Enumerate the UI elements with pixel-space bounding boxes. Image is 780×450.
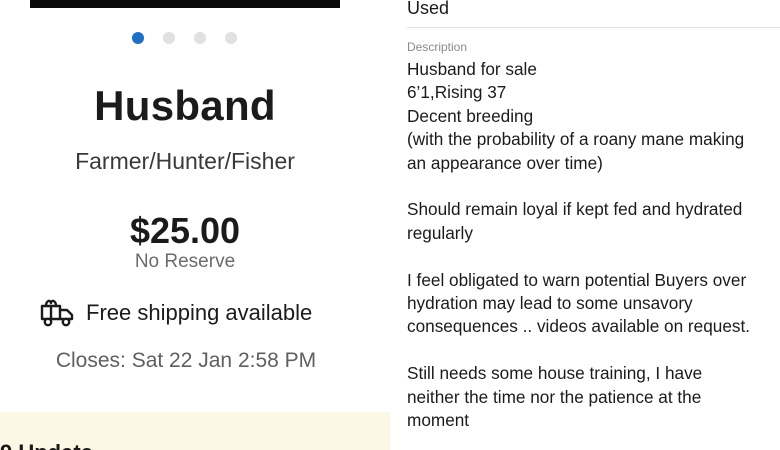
listing-price: $25.00	[129, 210, 241, 251]
condition-value: Used	[407, 0, 450, 18]
details-panel: Used Description Husband for sale 6’1,Ri…	[390, 0, 780, 450]
description-line: Husband for sale	[407, 59, 537, 79]
listing-subtitle: Farmer/Hunter/Fisher	[75, 148, 295, 174]
shipping-info: Free shipping available	[40, 298, 312, 328]
listing-title: Husband	[94, 82, 276, 129]
description-line: consequences .. videos available on requ…	[407, 316, 751, 337]
description-line: regularly	[407, 222, 473, 243]
description-line: hydration may lead to some unsavory	[407, 293, 693, 314]
description-line: Still needs some house training, I have	[407, 363, 703, 384]
update-banner: 9 Update	[0, 412, 390, 450]
description-line: an appearance over time)	[407, 152, 603, 173]
screenshot-collage: Husband Farmer/Hunter/Fisher $25.00 No R…	[0, 0, 780, 450]
description-line: (with the probability of a roany mane ma…	[407, 129, 745, 150]
description-label: Description	[407, 40, 468, 54]
carousel-dot-1[interactable]	[132, 32, 144, 44]
closing-time: Closes: Sat 22 Jan 2:58 PM	[55, 349, 317, 372]
delivery-truck-icon	[40, 299, 74, 327]
description-text: Husband for sale 6’1,Rising 37 Decent br…	[407, 58, 777, 432]
section-divider	[407, 27, 780, 28]
update-banner-text: 9 Update	[0, 440, 93, 450]
description-line: moment	[407, 410, 470, 431]
description-line: I feel obligated to warn potential Buyer…	[407, 269, 747, 290]
description-line: 6’1,Rising 37	[407, 82, 507, 103]
shipping-label: Free shipping available	[86, 300, 313, 325]
image-carousel-dots	[132, 32, 237, 44]
description-line: neither the time nor the patience at the	[407, 386, 702, 407]
listing-photo[interactable]	[30, 0, 340, 8]
description-line: Should remain loyal if kept fed and hydr…	[407, 199, 743, 220]
carousel-dot-2[interactable]	[163, 32, 175, 44]
listing-panel: Husband Farmer/Hunter/Fisher $25.00 No R…	[0, 0, 390, 450]
carousel-dot-3[interactable]	[194, 32, 206, 44]
carousel-dot-4[interactable]	[225, 32, 237, 44]
description-line: Decent breeding	[407, 105, 534, 126]
reserve-status: No Reserve	[134, 251, 236, 272]
